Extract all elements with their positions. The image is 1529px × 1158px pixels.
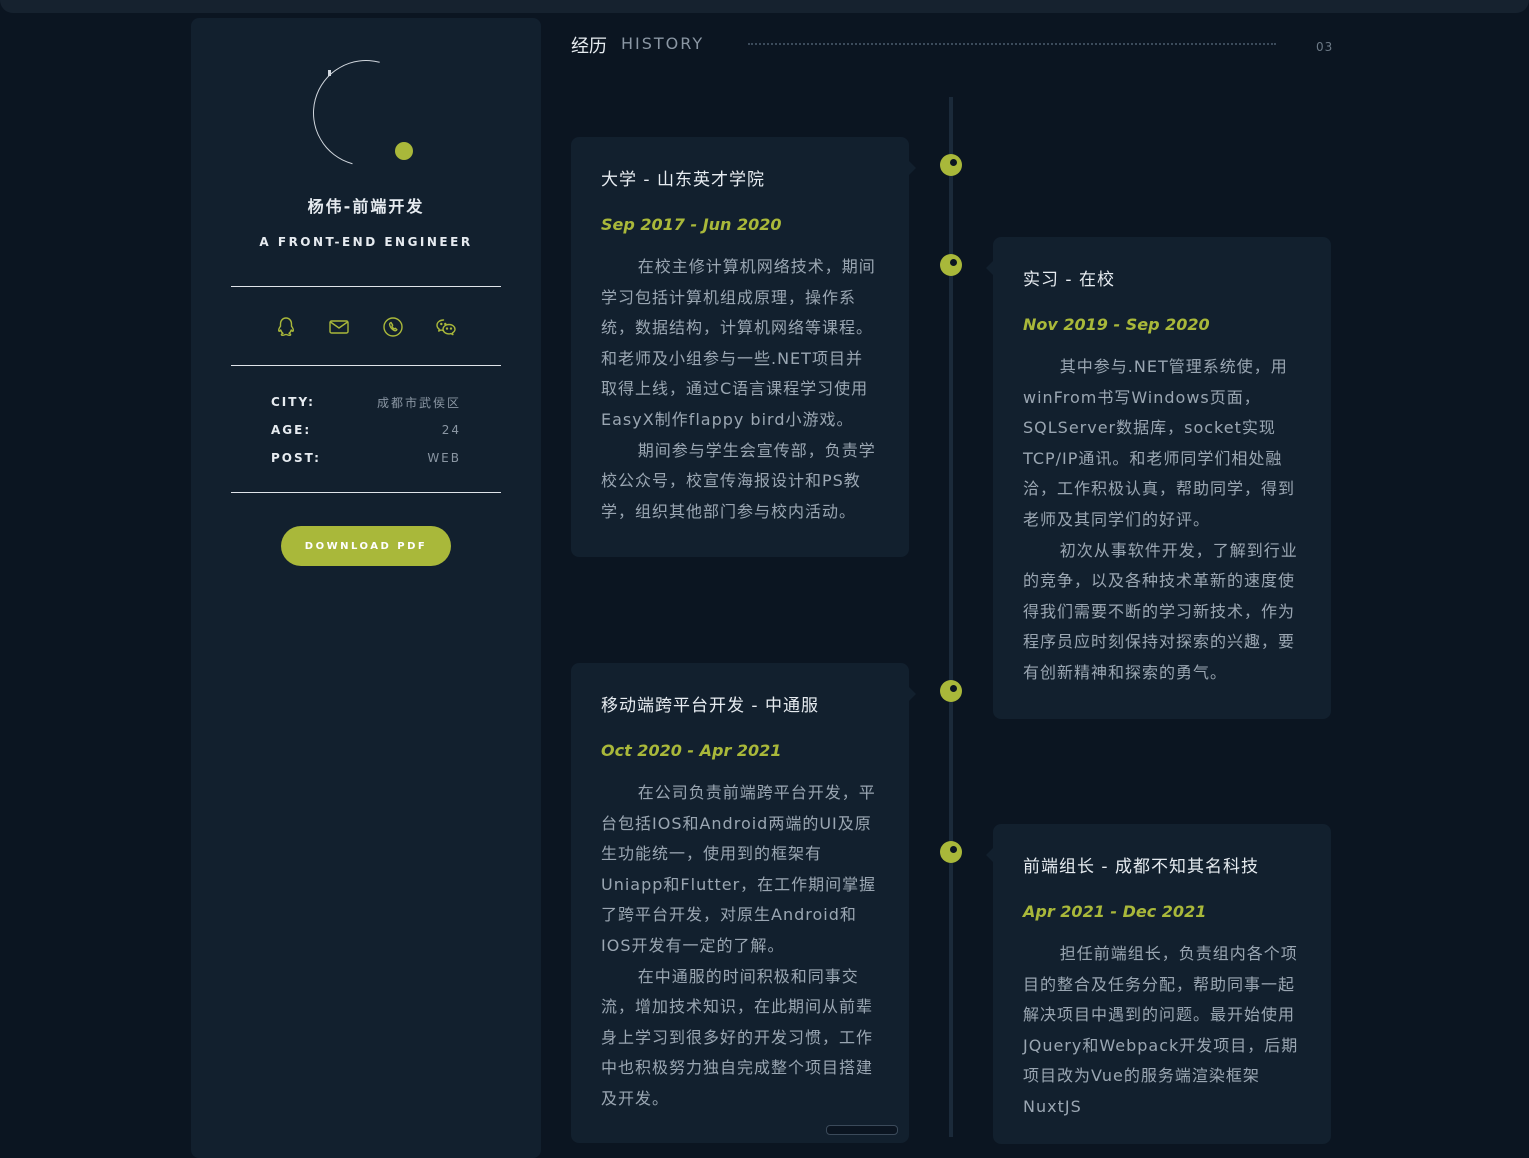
profile-name: 杨伟-前端开发 <box>307 197 425 216</box>
social-links <box>271 312 461 342</box>
card-paragraph: 在校主修计算机网络技术，期间学习包括计算机组成原理，操作系统，数据结构，计算机网… <box>601 257 876 429</box>
timeline-node <box>940 254 962 276</box>
wechat-icon[interactable] <box>431 312 461 342</box>
card-paragraph: 期间参与学生会宣传部，负责学校公众号，校宣传海报设计和PS教学，组织其他部门参与… <box>601 440 876 521</box>
card-paragraph: 其中参与.NET管理系统使，用winFrom书写Windows页面，SQLSer… <box>1023 357 1296 529</box>
info-key: POST: <box>271 451 321 465</box>
profile-sidebar <box>191 18 541 1158</box>
download-pdf-button[interactable]: DOWNLOAD PDF <box>281 526 451 566</box>
timeline-node <box>940 841 962 863</box>
card-date: Nov 2019 - Sep 2020 <box>1023 315 1210 334</box>
top-bar <box>0 0 1529 13</box>
info-row-age: AGE: 24 <box>271 420 461 440</box>
info-key: CITY: <box>271 395 315 409</box>
avatar-ring-tick <box>328 70 331 76</box>
card-date: Sep 2017 - Jun 2020 <box>601 215 782 234</box>
read-more-handle[interactable] <box>826 1125 898 1135</box>
card-paragraph: 担任前端组长，负责组内各个项目的整合及任务分配，帮助同事一起解决项目中遇到的问题… <box>1023 944 1299 1116</box>
timeline-axis <box>949 97 953 1137</box>
section-title-en: HISTORY <box>621 34 705 53</box>
avatar <box>293 40 439 186</box>
timeline-node <box>940 154 962 176</box>
section-number: 03 <box>1316 40 1334 54</box>
divider <box>231 492 501 493</box>
card-date: Oct 2020 - Apr 2021 <box>601 741 782 760</box>
divider <box>231 286 501 287</box>
card-title: 实习 - 在校 <box>1023 270 1115 290</box>
timeline-card: 前端组长 - 成都不知其名科技 Apr 2021 - Dec 2021 担任前端… <box>986 824 1331 1144</box>
section-title-cn: 经历 <box>571 36 607 57</box>
card-paragraph: 在公司负责前端跨平台开发，平台包括IOS和Android两端的UI及原生功能统一… <box>601 783 877 955</box>
profile-role: A FRONT-END ENGINEER <box>259 235 473 249</box>
card-paragraph: 初次从事软件开发，了解到行业的竞争，以及各种技术革新的速度使得我们需要不断的学习… <box>1023 540 1298 682</box>
info-row-post: POST: WEB <box>271 448 461 468</box>
timeline-card: 移动端跨平台开发 - 中通服 Oct 2020 - Apr 2021 在公司负责… <box>571 663 916 1143</box>
card-date: Apr 2021 - Dec 2021 <box>1023 902 1207 921</box>
info-value: WEB <box>427 451 461 465</box>
info-row-city: CITY: 成都市武侯区 <box>271 392 461 412</box>
mail-icon[interactable] <box>324 312 354 342</box>
phone-icon[interactable] <box>378 312 408 342</box>
info-value: 成都市武侯区 <box>376 395 461 410</box>
qq-icon[interactable] <box>271 312 301 342</box>
info-key: AGE: <box>271 423 312 437</box>
timeline-card: 大学 - 山东英才学院 Sep 2017 - Jun 2020 在校主修计算机网… <box>571 137 916 558</box>
card-title: 前端组长 - 成都不知其名科技 <box>1023 857 1259 877</box>
timeline-card: 实习 - 在校 Nov 2019 - Sep 2020 其中参与.NET管理系统… <box>986 237 1331 719</box>
status-dot <box>395 142 413 160</box>
card-title: 大学 - 山东英才学院 <box>601 170 765 190</box>
section-divider <box>748 43 1276 45</box>
divider <box>231 365 501 366</box>
timeline-node <box>940 680 962 702</box>
card-paragraph: 在中通服的时间积极和同事交流，增加技术知识，在此期间从前辈身上学习到很多好的开发… <box>601 966 874 1108</box>
card-title: 移动端跨平台开发 - 中通服 <box>601 696 819 716</box>
info-value: 24 <box>441 423 461 437</box>
